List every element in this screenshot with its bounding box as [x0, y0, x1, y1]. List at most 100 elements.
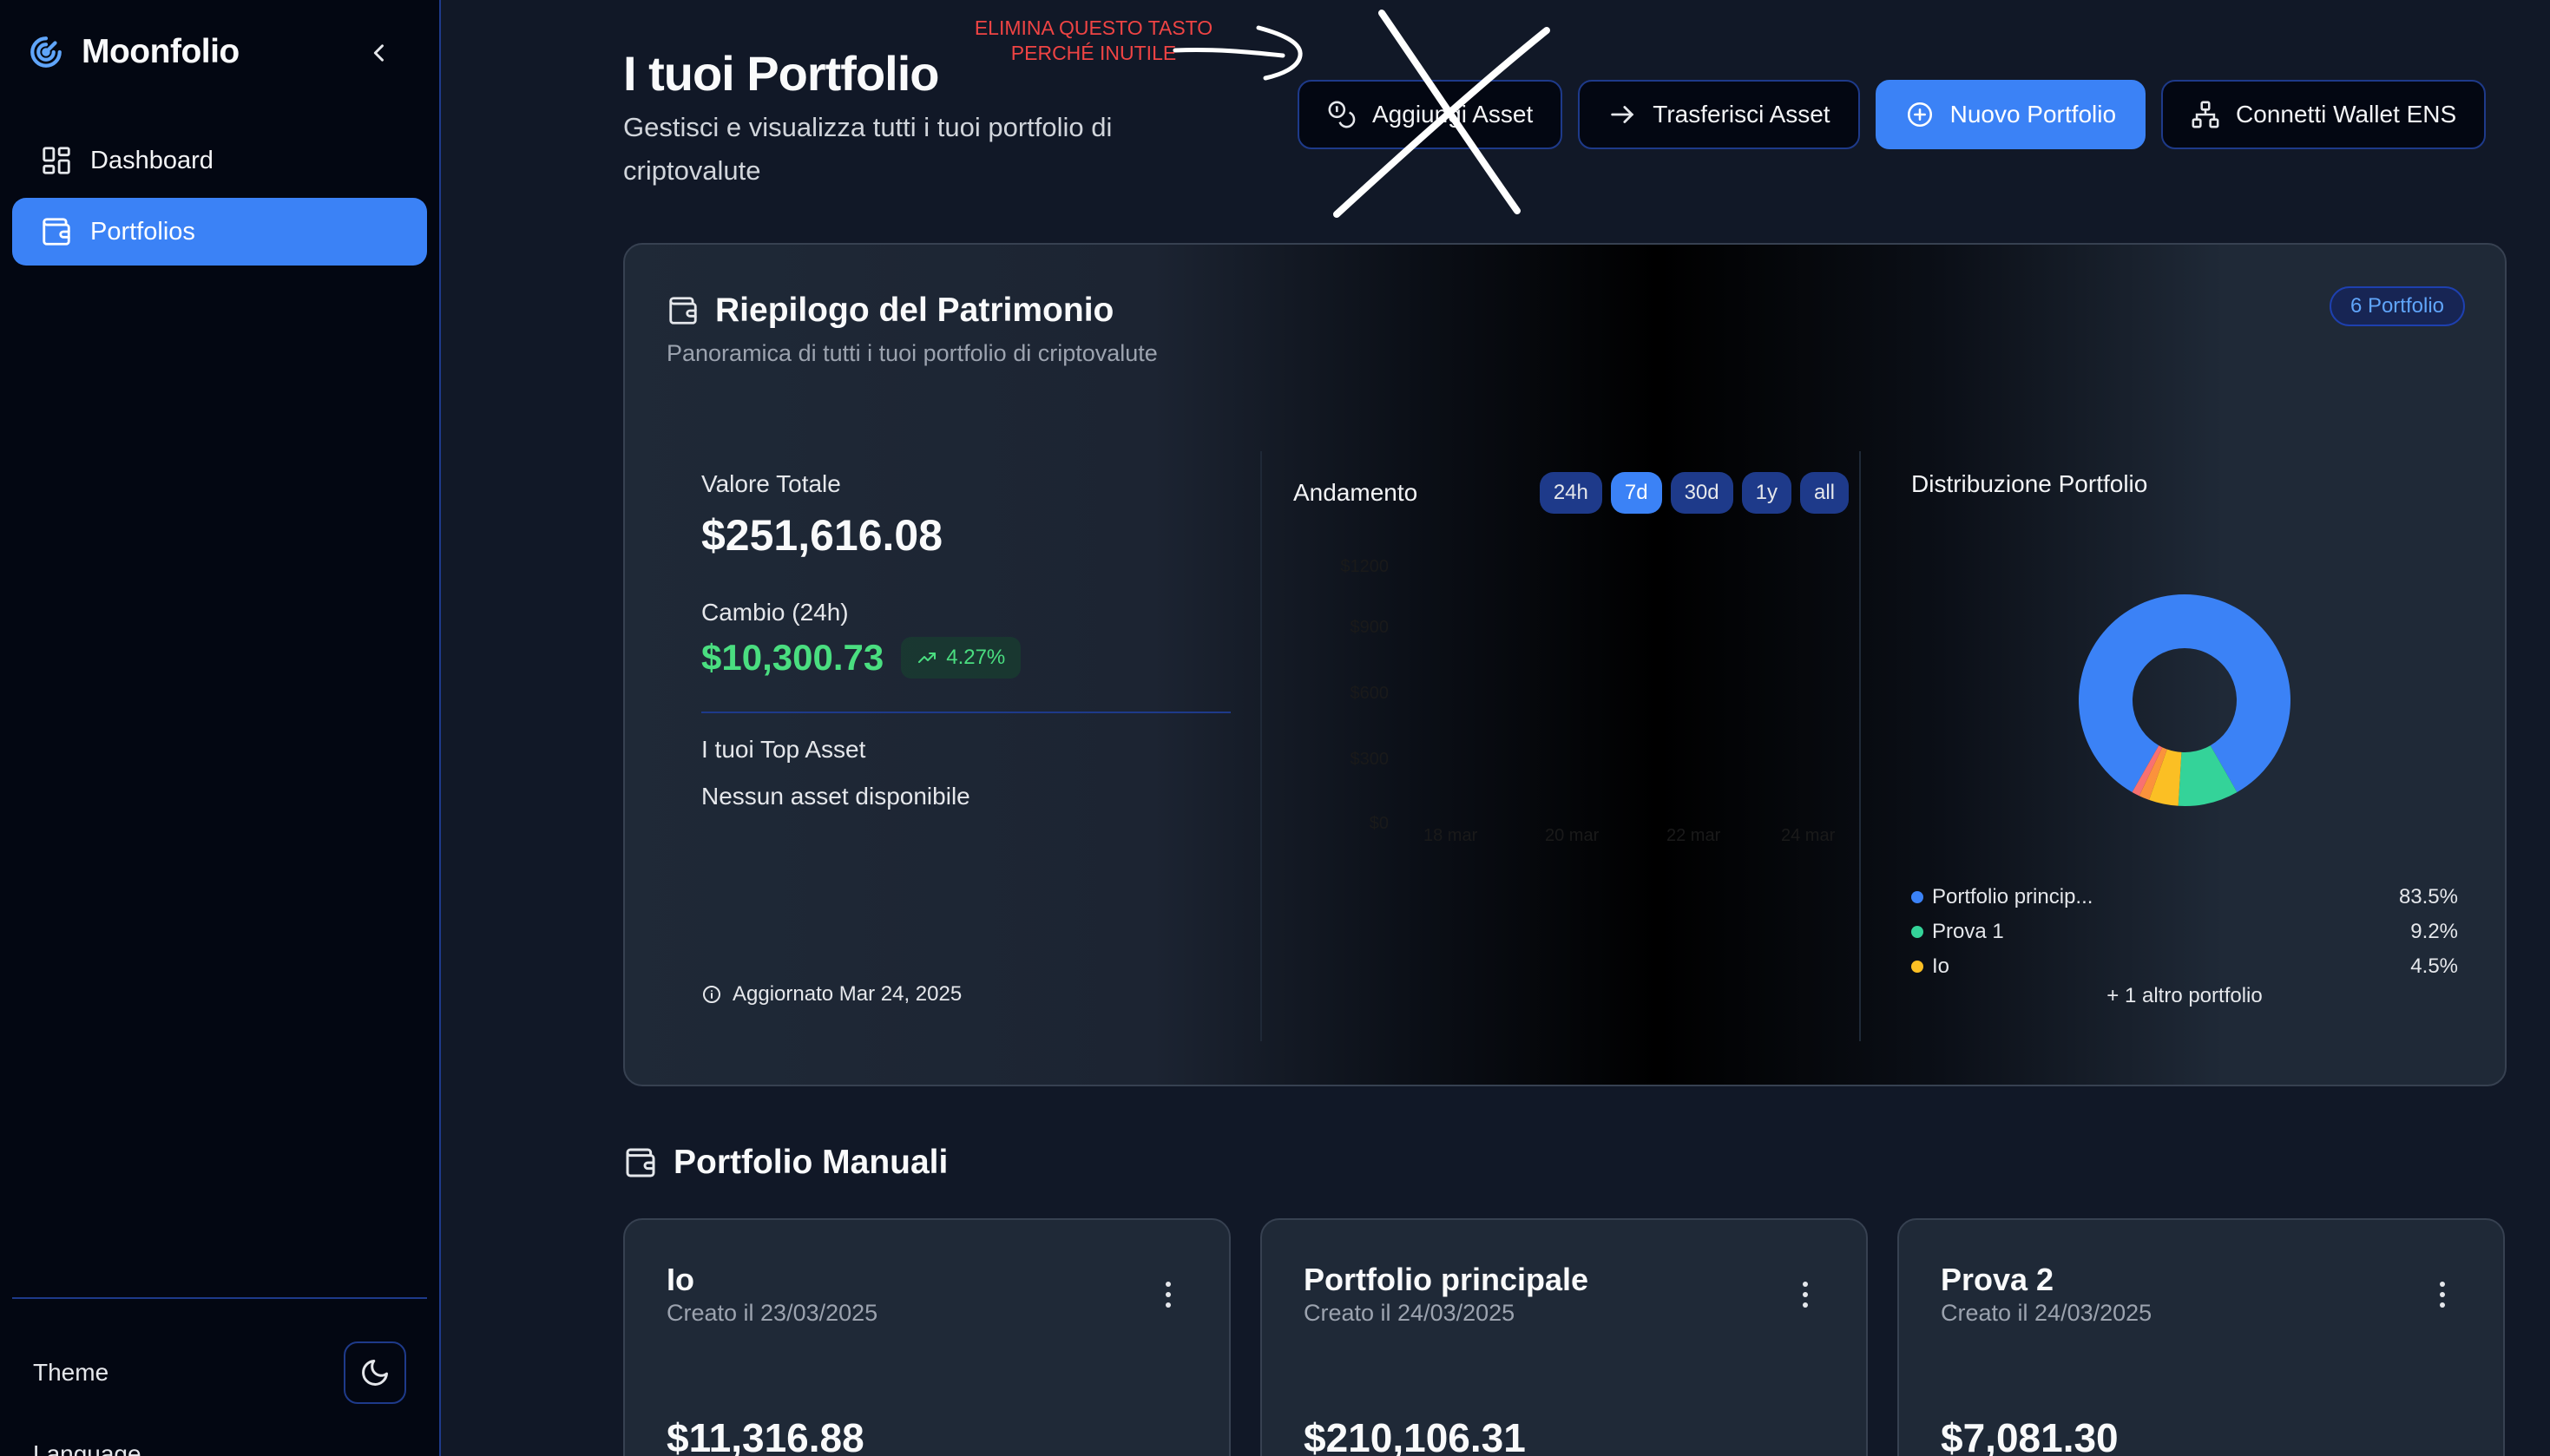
portfolio-name: Portfolio principale: [1304, 1262, 1589, 1297]
sidebar-item-dashboard[interactable]: Dashboard: [12, 127, 427, 194]
manual-portfolios-title-text: Portfolio Manuali: [674, 1144, 949, 1181]
new-portfolio-button[interactable]: Nuovo Portfolio: [1875, 80, 2146, 149]
moon-icon: [362, 1360, 388, 1386]
wallet-icon: [43, 218, 70, 246]
more-portfolios-link[interactable]: + 1 altro portfolio: [1911, 984, 2458, 1008]
change-value: $10,300.73: [701, 637, 884, 678]
page-subtitle: Gestisci e visualizza tutti i tuoi portf…: [623, 112, 1113, 186]
portfolio-value: $7,081.30: [1941, 1415, 2119, 1456]
x-tick: 20 mar: [1545, 826, 1600, 845]
y-tick: $1200: [1340, 557, 1389, 576]
connect-ens-wallet-button[interactable]: Connetti Wallet ENS: [2161, 80, 2487, 149]
network-icon: [2192, 101, 2219, 128]
portfolio-value: $210,106.31: [1304, 1415, 1526, 1456]
transfer-asset-label: Trasferisci Asset: [1653, 101, 1830, 128]
distribution-title: Distribuzione Portfolio: [1911, 470, 2148, 497]
sidebar-item-portfolios[interactable]: Portfolios: [12, 198, 427, 266]
distribution-legend: Portfolio princip... 83.5% Prova 1 9.2% …: [1911, 880, 2458, 1008]
brand-name: Moonfolio: [82, 33, 240, 70]
portfolio-date: Creato il 24/03/2025: [1304, 1300, 1515, 1326]
language-label: Language: [33, 1440, 141, 1456]
y-tick: $900: [1350, 618, 1390, 637]
portfolio-card[interactable]: Portfolio principale Creato il 24/03/202…: [1260, 1218, 1868, 1456]
x-tick: 24 mar: [1781, 826, 1836, 845]
summary-subtitle: Panoramica di tutti i tuoi portfolio di …: [667, 340, 1158, 366]
legend-pct: 9.2%: [2410, 920, 2458, 943]
portfolio-date: Creato il 24/03/2025: [1941, 1300, 2152, 1326]
y-tick: $600: [1350, 684, 1390, 703]
range-all[interactable]: all: [1799, 472, 1849, 514]
x-tick: 22 mar: [1666, 826, 1721, 845]
legend-name: Portfolio princip...: [1932, 885, 2093, 908]
last-updated-text: Aggiornato Mar 24, 2025: [733, 982, 963, 1006]
column-divider: [1260, 451, 1262, 1041]
legend-pct: 4.5%: [2410, 954, 2458, 978]
portfolio-date: Creato il 23/03/2025: [667, 1300, 878, 1326]
legend-dot: [1911, 961, 1923, 973]
portfolio-name: Prova 2: [1941, 1262, 2054, 1297]
theme-label: Theme: [33, 1359, 109, 1386]
add-asset-button[interactable]: Aggiungi Asset: [1298, 80, 1563, 149]
portfolio-card[interactable]: Io Creato il 23/03/2025 $11,316.88: [623, 1218, 1231, 1456]
add-asset-label: Aggiungi Asset: [1372, 101, 1534, 128]
portfolio-card[interactable]: Prova 2 Creato il 24/03/2025 $7,081.30: [1897, 1218, 2505, 1456]
range-1y[interactable]: 1y: [1741, 472, 1791, 514]
trending-up-icon: [918, 653, 937, 663]
collapse-sidebar-button[interactable]: [365, 38, 394, 68]
theme-row: Theme: [33, 1341, 406, 1404]
column-divider: [1859, 451, 1861, 1041]
action-bar: Aggiungi Asset Trasferisci Asset Nuovo P…: [1298, 80, 2487, 149]
summary-title-text: Riepilogo del Patrimonio: [715, 292, 1114, 329]
trend-panel: Andamento 24h 7d 30d 1y all $1200 $900 $…: [1293, 472, 1849, 845]
last-updated: Aggiornato Mar 24, 2025: [701, 982, 962, 1007]
manual-portfolios-title: Portfolio Manuali: [623, 1144, 948, 1182]
legend-item: Io 4.5%: [1911, 949, 2458, 984]
connect-ens-wallet-label: Connetti Wallet ENS: [2236, 101, 2457, 128]
sidebar: Moonfolio Dashboard Portfolios Theme Lan…: [0, 0, 441, 1456]
summary-title: Riepilogo del Patrimonio: [667, 292, 1114, 330]
range-30d[interactable]: 30d: [1670, 472, 1733, 514]
range-24h[interactable]: 24h: [1539, 472, 1602, 514]
legend-dot: [1911, 926, 1923, 938]
more-vertical-icon[interactable]: [2434, 1277, 2451, 1312]
wallet-icon: [626, 1148, 655, 1177]
summary-totals: Valore Totale $251,616.08 Cambio (24h) $…: [701, 470, 1231, 810]
trend-header: Andamento 24h 7d 30d 1y all: [1293, 472, 1849, 514]
top-assets-empty: Nessun asset disponibile: [701, 783, 970, 810]
y-tick: $0: [1369, 814, 1389, 833]
legend-name: Io: [1932, 954, 1950, 978]
moon-logo-icon: [30, 36, 62, 68]
plus-circle-icon: [1907, 102, 1932, 128]
arrow-right-icon: [1611, 106, 1634, 123]
change-percent: 4.27%: [946, 646, 1006, 669]
wallet-icon: [669, 297, 697, 325]
sidebar-item-label: Portfolios: [90, 217, 195, 246]
sidebar-item-label: Dashboard: [90, 146, 214, 174]
range-selector: 24h 7d 30d 1y all: [1539, 472, 1849, 514]
y-tick: $300: [1350, 750, 1390, 769]
x-tick: 18 mar: [1423, 826, 1478, 845]
page-title: I tuoi Portfolio: [623, 46, 939, 101]
total-value: $251,616.08: [701, 511, 943, 560]
more-vertical-icon[interactable]: [1797, 1277, 1814, 1312]
more-vertical-icon[interactable]: [1160, 1277, 1177, 1312]
dashboard-grid-icon: [43, 147, 70, 174]
sidebar-nav: Dashboard Portfolios: [12, 127, 427, 269]
legend-item: Prova 1 9.2%: [1911, 915, 2458, 949]
change-label: Cambio (24h): [701, 599, 849, 626]
new-portfolio-label: Nuovo Portfolio: [1949, 101, 2117, 128]
legend-item: Portfolio princip... 83.5%: [1911, 880, 2458, 915]
portfolio-cards: Io Creato il 23/03/2025 $11,316.88 Portf…: [623, 1218, 2505, 1456]
range-7d[interactable]: 7d: [1610, 472, 1662, 514]
info-icon: [703, 986, 720, 1003]
divider: [701, 712, 1231, 713]
legend-dot: [1911, 891, 1923, 903]
legend-pct: 83.5%: [2398, 885, 2458, 908]
change-percent-badge: 4.27%: [901, 637, 1022, 679]
brand[interactable]: Moonfolio: [28, 33, 240, 71]
transfer-asset-button[interactable]: Trasferisci Asset: [1578, 80, 1860, 149]
main-content: I tuoi Portfolio Gestisci e visualizza t…: [443, 0, 2550, 1456]
portfolio-name: Io: [667, 1262, 694, 1297]
theme-toggle-button[interactable]: [344, 1341, 406, 1404]
sidebar-divider: [12, 1297, 427, 1299]
